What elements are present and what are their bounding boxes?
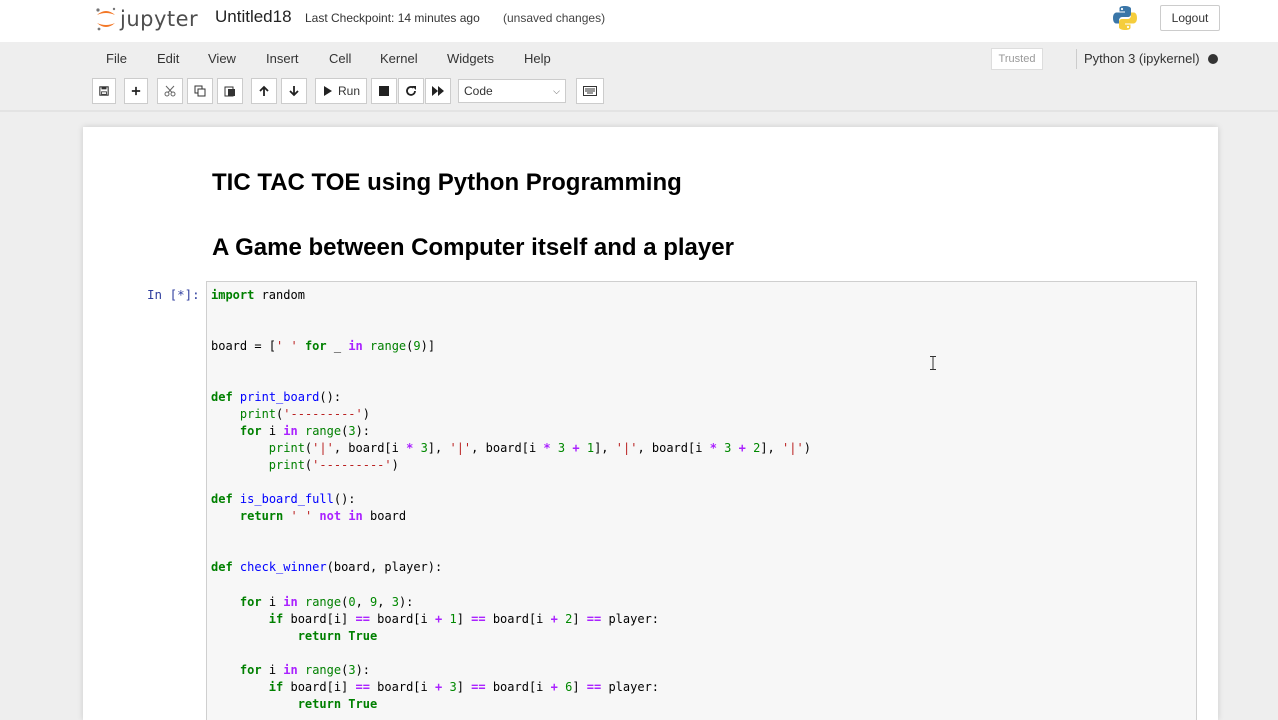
toolbar: Run Code ⌵ <box>90 78 1228 106</box>
restart-icon <box>406 86 416 96</box>
kernel-status-icon <box>1208 54 1218 64</box>
markdown-heading-2[interactable]: A Game between Computer itself and a pla… <box>212 234 734 262</box>
command-palette-button[interactable] <box>576 78 604 104</box>
text-cursor-icon <box>930 356 936 370</box>
restart-run-all-button[interactable] <box>425 78 451 104</box>
menu-insert[interactable]: Insert <box>266 51 299 66</box>
copy-icon <box>194 85 206 97</box>
code-line: return ' ' not in board <box>239 509 407 523</box>
cell-prompt: In [*]: <box>147 287 200 302</box>
code-line: if board[i] == board[i + 3] == board[i +… <box>268 680 660 694</box>
kernel-name[interactable]: Python 3 (ipykernel) <box>1084 51 1200 66</box>
menu-bar: File Edit View Insert Cell Kernel Widget… <box>90 44 1228 74</box>
unsaved-indicator: (unsaved changes) <box>503 11 606 25</box>
code-line: for i in range(0, 9, 3): <box>239 595 414 609</box>
logo-text: jupyter <box>120 7 199 31</box>
logout-button[interactable]: Logout <box>1160 5 1220 31</box>
cell-type-value: Code <box>464 84 493 98</box>
menu-kernel[interactable]: Kernel <box>380 51 418 66</box>
menu-help[interactable]: Help <box>524 51 551 66</box>
play-icon <box>323 86 332 96</box>
stop-icon <box>379 86 389 96</box>
paste-icon <box>224 86 235 97</box>
jupyter-logo[interactable]: jupyter <box>94 4 198 34</box>
cell-type-select[interactable]: Code ⌵ <box>458 79 566 103</box>
menu-file[interactable]: File <box>106 51 127 66</box>
code-line: return True <box>297 697 378 711</box>
menu-edit[interactable]: Edit <box>157 51 179 66</box>
move-down-button[interactable] <box>281 78 307 104</box>
interrupt-button[interactable] <box>371 78 397 104</box>
header: jupyter Untitled18 Last Checkpoint: 14 m… <box>0 0 1278 42</box>
insert-cell-button[interactable] <box>124 78 148 104</box>
restart-button[interactable] <box>398 78 424 104</box>
code-line: for i in range(3): <box>239 424 371 438</box>
notebook-name[interactable]: Untitled18 <box>215 7 292 27</box>
menu-cell[interactable]: Cell <box>329 51 351 66</box>
move-up-button[interactable] <box>251 78 277 104</box>
arrow-down-icon <box>289 86 299 97</box>
cut-icon <box>164 85 176 97</box>
header-shadow <box>0 110 1278 112</box>
copy-button[interactable] <box>187 78 213 104</box>
menu-widgets[interactable]: Widgets <box>447 51 494 66</box>
markdown-heading-1[interactable]: TIC TAC TOE using Python Programming <box>212 169 682 197</box>
run-label: Run <box>337 84 360 98</box>
arrow-up-icon <box>259 85 269 96</box>
code-line: def print_board(): <box>211 390 342 404</box>
save-button[interactable] <box>92 78 116 104</box>
code-line: return True <box>297 629 378 643</box>
jupyter-logo-icon <box>96 7 116 31</box>
trusted-indicator[interactable]: Trusted <box>991 48 1043 70</box>
chevron-down-icon: ⌵ <box>553 86 560 96</box>
code-line: for i in range(3): <box>239 663 371 677</box>
cut-button[interactable] <box>157 78 183 104</box>
code-line: board = [' ' for _ in range(9)] <box>211 339 436 353</box>
fast-forward-icon <box>432 86 444 96</box>
code-line: def check_winner(board, player): <box>211 560 443 574</box>
code-line: print('---------') <box>239 407 370 421</box>
code-line: print('|', board[i * 3], '|', board[i * … <box>268 441 811 455</box>
save-icon <box>99 86 109 96</box>
kernel-separator <box>1076 49 1077 69</box>
code-line: if board[i] == board[i + 1] == board[i +… <box>268 612 660 626</box>
run-button[interactable]: Run <box>315 78 367 104</box>
keyboard-icon <box>583 86 597 96</box>
checkpoint-status: Last Checkpoint: 14 minutes ago <box>305 11 480 25</box>
plus-icon <box>131 86 141 96</box>
code-line: print('---------') <box>268 458 399 472</box>
python-logo-icon <box>1113 6 1137 30</box>
menu-view[interactable]: View <box>208 51 236 66</box>
code-line: def is_board_full(): <box>211 492 356 506</box>
code-line: import random <box>211 288 305 302</box>
paste-button[interactable] <box>217 78 243 104</box>
